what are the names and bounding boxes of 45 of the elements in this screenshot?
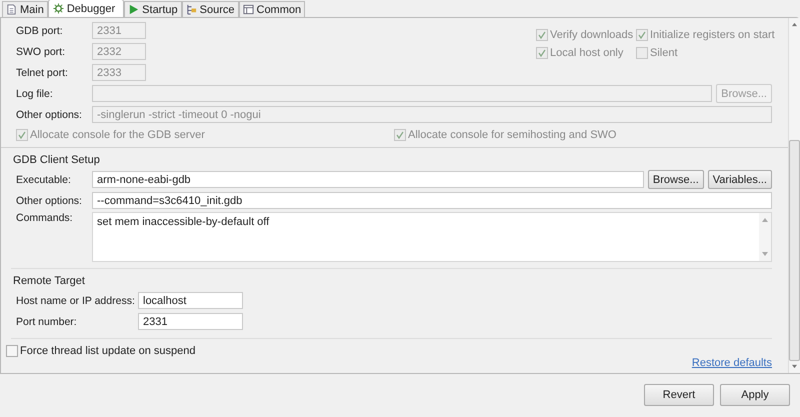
dialog-button[interactable]: Variables... xyxy=(708,170,772,189)
field-label: Log file: xyxy=(16,88,54,100)
tab[interactable]: Debugger xyxy=(48,0,124,17)
document-icon xyxy=(6,4,17,15)
field-label: Commands: xyxy=(16,212,74,224)
group-title: Remote Target xyxy=(12,274,86,289)
host-field[interactable]: localhost xyxy=(138,292,243,309)
commands-field[interactable]: set mem inaccessible-by-default off xyxy=(92,212,772,262)
checkbox-label: Force thread list update on suspend xyxy=(20,345,196,357)
field-label: Other options: xyxy=(16,194,83,206)
play-icon xyxy=(128,4,140,15)
source-icon xyxy=(186,4,197,15)
scroll-up-icon[interactable] xyxy=(761,217,769,223)
gear-icon xyxy=(52,3,64,14)
dialog-button[interactable]: Apply xyxy=(720,384,790,406)
window-icon xyxy=(242,4,254,15)
scroll-up-icon[interactable] xyxy=(791,22,798,27)
field-label: GDB port: xyxy=(16,24,64,36)
checkbox-label: Allocate console for semihosting and SWO xyxy=(408,129,616,141)
tab[interactable]: Common xyxy=(238,1,306,17)
checkbox-label: Verify downloads xyxy=(550,29,634,41)
field-label: Telnet port: xyxy=(16,66,69,78)
tab[interactable]: Source xyxy=(182,1,238,17)
group-title: GDB Client Setup xyxy=(12,153,101,168)
field-label: Port number: xyxy=(16,316,78,328)
executable-field[interactable]: arm-none-eabi-gdb xyxy=(92,171,644,188)
dialog-button[interactable]: Browse... xyxy=(648,170,704,189)
checkbox-label: Silent xyxy=(650,47,678,59)
checkbox-label: Initialize registers on start xyxy=(650,29,775,41)
checkbox-label: Allocate console for the GDB server xyxy=(30,129,205,141)
restore-defaults-link[interactable]: Restore defaults xyxy=(692,357,772,369)
checkbox[interactable] xyxy=(6,345,18,357)
field-label: Host name or IP address: xyxy=(16,294,134,306)
field-label: SWO port: xyxy=(16,46,66,58)
scroll-down-icon[interactable] xyxy=(791,364,798,369)
options-field[interactable]: --command=s3c6410_init.gdb xyxy=(92,192,772,209)
dialog-button[interactable]: Revert xyxy=(644,384,714,406)
port-field[interactable]: 2331 xyxy=(138,313,243,330)
field-label: Executable: xyxy=(16,174,72,186)
scroll-down-icon[interactable] xyxy=(761,251,769,257)
scrollbar[interactable] xyxy=(788,18,800,373)
field-label: Other options: xyxy=(16,108,83,120)
tab[interactable]: Startup xyxy=(124,1,182,17)
tab[interactable]: Main xyxy=(2,1,48,17)
checkbox-label: Local host only xyxy=(550,47,624,59)
